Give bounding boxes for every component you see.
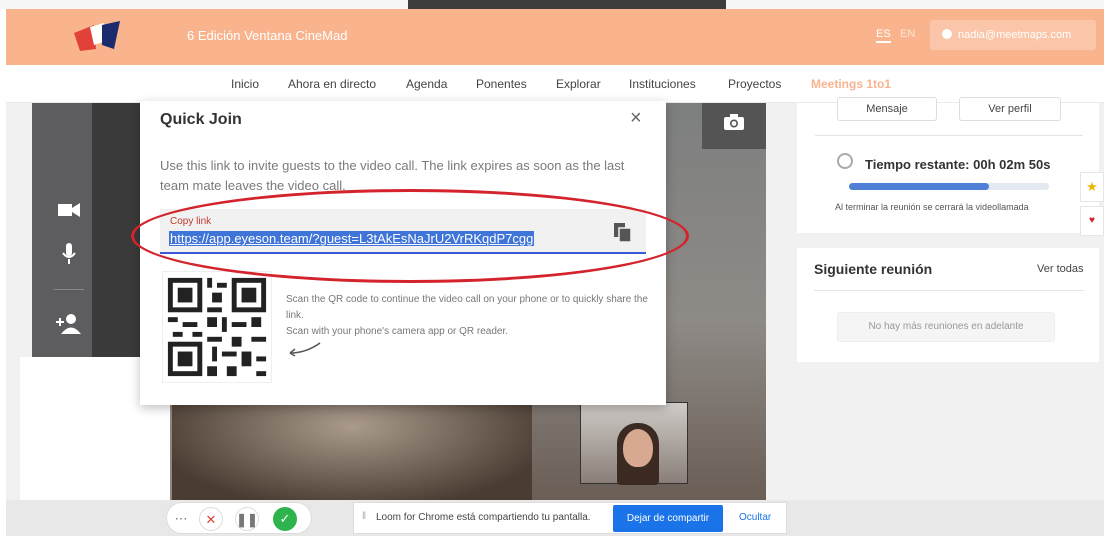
no-meetings-button[interactable]: No hay más reuniones en adelante (837, 312, 1055, 342)
copy-link-field[interactable]: Copy link https://app.eyeson.team/?guest… (160, 209, 646, 254)
nav-item-meetings-1to1[interactable]: Meetings 1to1 (811, 77, 891, 91)
self-video-thumbnail[interactable] (580, 402, 688, 485)
next-meeting-title: Siguiente reunión (814, 261, 933, 277)
next-meeting-card: Siguiente reunión Ver todas No hay más r… (797, 248, 1099, 362)
clock-icon (837, 153, 853, 169)
guest-link-text[interactable]: https://app.eyeson.team/?guest=L3tAkEsNa… (169, 231, 535, 246)
drag-handle-icon[interactable]: ‖ (362, 511, 366, 522)
nav-item-proyectos[interactable]: Proyectos (728, 77, 781, 91)
pause-icon[interactable]: ❚❚ (235, 507, 259, 531)
microphone-icon[interactable] (62, 243, 76, 265)
add-person-icon[interactable] (56, 313, 82, 335)
arrow-icon (289, 342, 321, 357)
camera-icon (724, 114, 744, 130)
time-remaining: Tiempo restante: 00h 02m 50s (865, 157, 1051, 172)
stop-sharing-button[interactable]: Dejar de compartir (613, 505, 723, 532)
nav-item-agenda[interactable]: Agenda (406, 77, 447, 91)
modal-title: Quick Join (160, 111, 242, 128)
user-account-button[interactable]: nadia@meetmaps.com (930, 20, 1096, 50)
quick-join-modal: Quick Join × Use this link to invite gue… (140, 101, 666, 405)
user-email: nadia@meetmaps.com (958, 29, 1072, 41)
star-icon[interactable]: ★ (1080, 172, 1104, 202)
call-controls: ⋯ ✕ ❚❚ ✓ (166, 502, 312, 534)
screen-share-bar (408, 0, 726, 9)
view-profile-button[interactable]: Ver perfil (959, 97, 1061, 121)
more-icon[interactable]: ⋯ (169, 507, 193, 531)
qr-instructions: Scan the QR code to continue the video c… (286, 294, 648, 321)
qr-code (162, 271, 272, 383)
time-progress-fill (849, 183, 989, 190)
nav-item-ahora-en-directo[interactable]: Ahora en directo (288, 77, 376, 91)
copy-icon[interactable] (614, 223, 632, 243)
time-note: Al terminar la reunión se cerrará la vid… (835, 202, 1029, 212)
lang-es-link[interactable]: ES (876, 28, 891, 43)
top-strip (0, 0, 1104, 9)
participant-face (623, 429, 653, 467)
time-progress-bar (849, 183, 1049, 190)
loom-sharing-bar: ‖ Loom for Chrome está compartiendo tu p… (353, 502, 787, 534)
copy-link-label: Copy link (170, 216, 212, 227)
see-all-link[interactable]: Ver todas (1037, 263, 1083, 275)
reaction-icon[interactable]: ♥ (1080, 206, 1104, 236)
meeting-info-card: Mensaje Ver perfil Tiempo restante: 00h … (797, 97, 1099, 233)
nav-item-explorar[interactable]: Explorar (556, 77, 601, 91)
main-nav: Inicio Ahora en directo Agenda Ponentes … (6, 65, 1104, 103)
nav-item-inicio[interactable]: Inicio (231, 77, 259, 91)
snapshot-button[interactable] (702, 103, 766, 149)
nav-item-instituciones[interactable]: Instituciones (629, 77, 696, 91)
modal-description: Use this link to invite guests to the vi… (160, 158, 625, 193)
hide-button[interactable]: Ocultar (739, 512, 771, 523)
nav-item-ponentes[interactable]: Ponentes (476, 77, 527, 91)
lang-en-link[interactable]: EN (900, 28, 915, 40)
logo (74, 21, 120, 51)
divider (815, 135, 1083, 136)
message-button[interactable]: Mensaje (837, 97, 937, 121)
confirm-icon[interactable]: ✓ (273, 507, 297, 531)
close-icon[interactable]: × (630, 107, 642, 130)
event-title[interactable]: 6 Edición Ventana CineMad (187, 28, 347, 43)
cancel-icon[interactable]: ✕ (199, 507, 223, 531)
app-header: 6 Edición Ventana CineMad ES EN nadia@me… (6, 9, 1104, 65)
video-camera-icon[interactable] (58, 203, 80, 217)
qr-scan-note: Scan with your phone's camera app or QR … (286, 326, 509, 337)
divider (814, 290, 1084, 291)
loom-sharing-text: Loom for Chrome está compartiendo tu pan… (376, 512, 591, 523)
user-icon (942, 29, 952, 39)
toolbar-divider (54, 289, 84, 290)
